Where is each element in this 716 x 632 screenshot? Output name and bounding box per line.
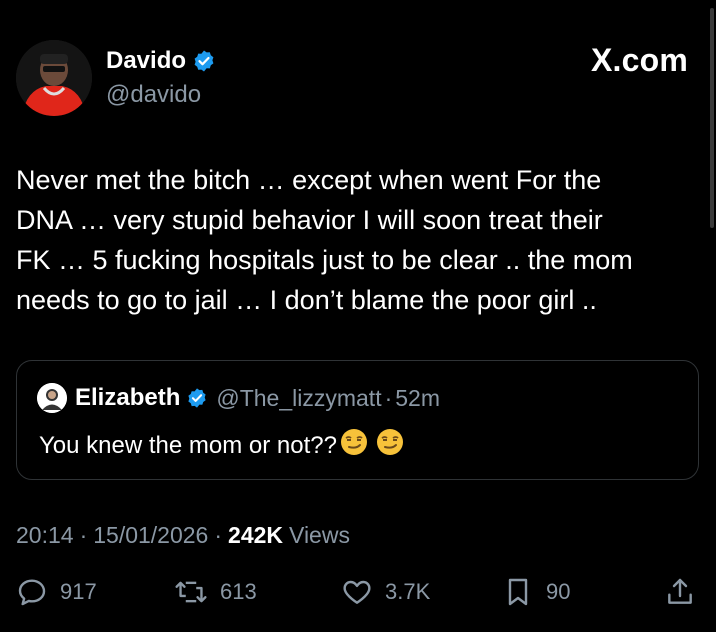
share-icon	[664, 576, 696, 608]
separator-dot: ·	[79, 522, 88, 548]
author-avatar[interactable]	[16, 40, 92, 116]
post-time[interactable]: 20:14	[16, 522, 74, 549]
quote-timestamp[interactable]: 52m	[395, 385, 440, 412]
verified-badge-icon	[186, 387, 208, 409]
smirk-emoji-icon	[339, 427, 369, 464]
views-count: 242K	[228, 522, 284, 548]
views-label: Views	[289, 522, 350, 548]
separator-dot: ·	[214, 522, 223, 548]
share-button[interactable]	[664, 576, 696, 608]
quoted-tweet[interactable]: Elizabeth @The_lizzymatt · 52m You knew …	[16, 360, 699, 480]
like-button[interactable]: 3.7K	[341, 576, 430, 608]
quote-author-handle[interactable]: @The_lizzymatt	[216, 385, 381, 412]
like-count: 3.7K	[385, 579, 431, 604]
post-date[interactable]: 15/01/2026	[93, 522, 208, 549]
tweet-meta: 20:14 · 15/01/2026 · 242K Views	[16, 522, 350, 549]
action-bar: 917 613 3.7K 90	[16, 576, 702, 616]
repost-button[interactable]: 613	[174, 576, 257, 608]
tweet-text: Never met the bitch … except when went F…	[16, 165, 633, 315]
separator-dot: ·	[384, 384, 393, 411]
bookmark-icon	[502, 576, 534, 608]
reply-count: 917	[60, 579, 97, 604]
like-icon	[341, 576, 373, 608]
brand-logo: X.com	[590, 42, 688, 78]
tweet-header: Davido @davido	[16, 40, 216, 116]
scrollbar[interactable]	[710, 8, 714, 228]
author-handle[interactable]: @davido	[106, 80, 216, 110]
quote-text: You knew the mom or not??	[39, 431, 337, 459]
repost-icon	[174, 576, 208, 608]
reply-button[interactable]: 917	[16, 576, 97, 608]
reply-icon	[16, 576, 48, 608]
smirk-emoji-icon	[375, 427, 405, 464]
quote-avatar[interactable]	[37, 383, 67, 413]
repost-count: 613	[220, 579, 257, 604]
bookmark-count: 90	[546, 579, 571, 604]
bookmark-button[interactable]: 90	[502, 576, 570, 608]
verified-badge-icon	[192, 49, 216, 73]
quote-author-name[interactable]: Elizabeth	[75, 384, 180, 412]
author-name[interactable]: Davido	[106, 46, 186, 76]
